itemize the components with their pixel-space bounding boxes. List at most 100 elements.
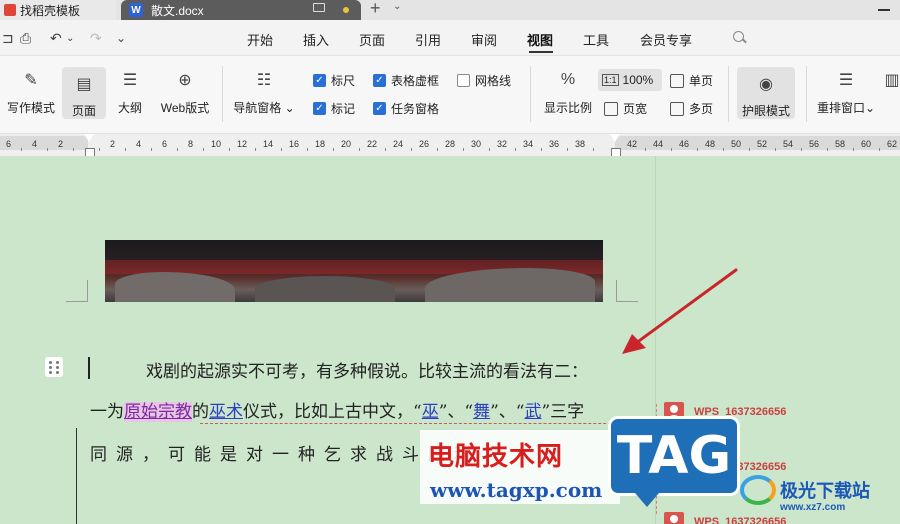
- split-window-button[interactable]: ▥: [884, 63, 900, 119]
- open-folder-icon[interactable]: ⊐: [2, 30, 14, 47]
- ruler-number: 20: [341, 139, 352, 149]
- single-page-button[interactable]: 单页: [670, 72, 713, 89]
- ruler-tick: [749, 148, 750, 151]
- rearrange-window-button[interactable]: ☰ 重排窗口⌄: [814, 63, 878, 119]
- ruler-number: 58: [835, 139, 846, 149]
- writing-mode-button[interactable]: ✎ 写作模式: [4, 63, 58, 119]
- ruler-tick: [827, 148, 828, 151]
- task-pane-checkbox[interactable]: ✓ 任务窗格: [373, 100, 439, 117]
- eye-protection-button[interactable]: ◉ 护眼模式: [737, 67, 795, 119]
- ruler-tick: [567, 148, 568, 151]
- menu-review[interactable]: 审阅: [471, 30, 497, 49]
- ruler-checkbox[interactable]: ✓ 标尺: [313, 72, 355, 89]
- ruler-number: 42: [627, 139, 638, 149]
- print-preview-icon[interactable]: ⎙: [20, 30, 31, 47]
- window-stack-icon: ☰: [838, 72, 854, 89]
- ruler-number: 44: [653, 139, 664, 149]
- ruler-tick: [21, 148, 22, 151]
- ruler-tick: [151, 148, 152, 151]
- checkbox-checked-icon: ✓: [373, 102, 386, 115]
- ruler-tick: [229, 148, 230, 151]
- page-width-button[interactable]: 页宽: [604, 100, 647, 117]
- ruler-number: 8: [188, 139, 194, 149]
- single-page-icon: [670, 73, 684, 88]
- outline-button[interactable]: ☰ 大纲: [112, 63, 148, 119]
- ruler-checkbox-label: 标尺: [331, 74, 356, 88]
- gridlines-checkbox[interactable]: 网格线: [457, 72, 511, 89]
- highlighted-term[interactable]: 原始宗教: [124, 402, 192, 422]
- minimize-icon[interactable]: [878, 9, 890, 11]
- ruler-tick: [333, 148, 334, 151]
- first-line-indent-handle[interactable]: [84, 134, 95, 157]
- search-icon[interactable]: [733, 31, 744, 42]
- ruler-tick: [47, 148, 48, 151]
- template-icon: [4, 4, 16, 16]
- menu-reference[interactable]: 引用: [415, 30, 441, 49]
- ruler-tick: [645, 148, 646, 151]
- tab-templates[interactable]: 找稻壳模板: [0, 0, 116, 20]
- undo-dropdown-icon[interactable]: ⌄: [66, 33, 74, 44]
- split-window-icon: ▥: [884, 72, 900, 89]
- ruler-tick: [255, 148, 256, 151]
- undo-icon[interactable]: ↶: [50, 30, 62, 47]
- percent-icon: %: [560, 71, 576, 88]
- horizontal-ruler[interactable]: 6 4 2 2 4 6 8 10 12 14 16 18 20 22 24 26 28 30 32 34 36 38 42 4…: [0, 134, 900, 157]
- menu-view[interactable]: 视图: [527, 30, 553, 49]
- tab-document[interactable]: W 散文.docx: [121, 0, 361, 20]
- tab-list-dropdown[interactable]: ⌄: [393, 1, 401, 12]
- menu-start[interactable]: 开始: [247, 30, 273, 49]
- right-indent-handle[interactable]: [610, 134, 621, 157]
- ruler-tick: [697, 148, 698, 151]
- eye-protection-label: 护眼模式: [741, 104, 790, 118]
- quick-access-more-icon[interactable]: ⌄: [116, 31, 126, 45]
- table-gridlines-checkbox[interactable]: ✓ 表格虚框: [373, 72, 439, 89]
- comment-item[interactable]: WPS_1637326656: [664, 512, 786, 524]
- ribbon-separator: [222, 66, 223, 122]
- ruler-number: 34: [523, 139, 534, 149]
- ruler-tick: [385, 148, 386, 151]
- change-bar: [76, 428, 77, 524]
- new-tab-button[interactable]: +: [370, 0, 381, 19]
- paragraph-drag-handle[interactable]: [45, 357, 63, 377]
- ribbon-separator: [728, 66, 729, 122]
- ruler-tick: [463, 148, 464, 151]
- multi-page-label: 多页: [689, 102, 714, 116]
- pen-icon: ✎: [24, 72, 38, 89]
- page-view-button[interactable]: ▤ 页面: [62, 67, 106, 119]
- actual-size-icon: 1:1: [602, 74, 619, 86]
- zoom-100-button[interactable]: 1:1 100%: [598, 69, 662, 91]
- tab-strip: 找稻壳模板 W 散文.docx + ⌄: [0, 0, 900, 20]
- menu-insert[interactable]: 插入: [303, 30, 329, 49]
- table-gridlines-label: 表格虚框: [391, 74, 440, 88]
- web-layout-button[interactable]: ⊕ Web版式: [156, 63, 214, 119]
- ruler-number: 56: [809, 139, 820, 149]
- watermark-title: 电脑技术网: [428, 442, 564, 472]
- menu-tools[interactable]: 工具: [583, 30, 609, 49]
- ruler-number: 10: [211, 139, 222, 149]
- ruler-tick: [203, 148, 204, 151]
- ribbon-separator: [806, 66, 807, 122]
- monitor-icon[interactable]: [313, 3, 325, 12]
- redo-icon[interactable]: ↷: [90, 30, 102, 47]
- nav-pane-button[interactable]: ☷ 导航窗格 ⌄: [232, 63, 296, 119]
- tag-logo: TAG: [608, 416, 740, 507]
- tab-document-label: 散文.docx: [151, 3, 204, 18]
- multi-page-button[interactable]: 多页: [670, 100, 713, 117]
- paragraph-line-1[interactable]: 戏剧的起源实不可考，有多种假说。比较主流的看法有二：: [146, 357, 588, 382]
- tab-templates-label: 找稻壳模板: [20, 3, 81, 18]
- list-icon: ☷: [256, 72, 272, 89]
- menu-page[interactable]: 页面: [359, 30, 385, 49]
- marks-checkbox[interactable]: ✓ 标记: [313, 100, 355, 117]
- ruler-number: 4: [136, 139, 142, 149]
- header-image[interactable]: [105, 240, 603, 302]
- ruler-tick: [801, 148, 802, 151]
- ruler-margin-left: [0, 136, 88, 150]
- menu-bar: ⊐ ⎙ ↶ ⌄ ↷ ⌄ 开始 插入 页面 引用 审阅 视图 工具 会员专享: [0, 20, 900, 56]
- zoom-ratio-button[interactable]: % 显示比例: [540, 63, 596, 119]
- outline-icon: ☰: [122, 72, 138, 89]
- menu-member[interactable]: 会员专享: [640, 30, 692, 49]
- active-menu-indicator: [529, 51, 553, 53]
- zoom-100-label: 100%: [622, 73, 654, 87]
- eye-icon: ◉: [759, 75, 773, 93]
- ruler-number: 24: [393, 139, 404, 149]
